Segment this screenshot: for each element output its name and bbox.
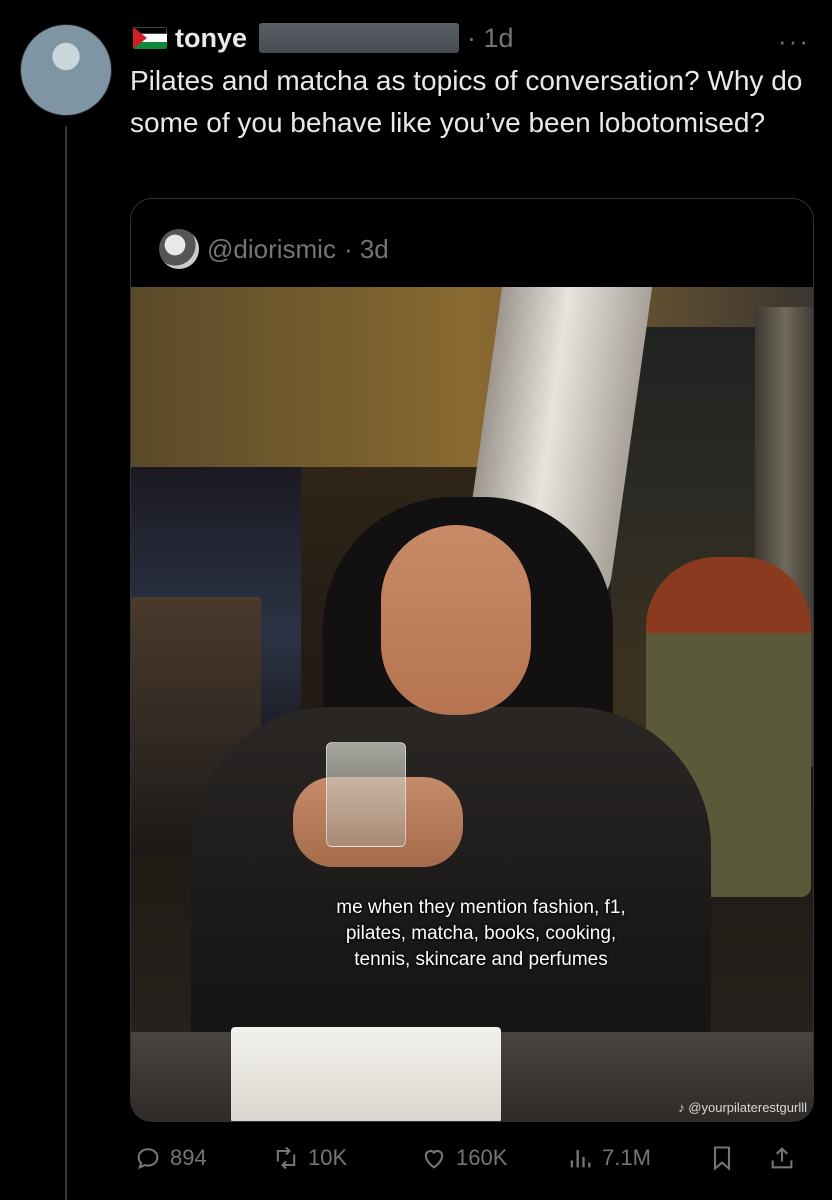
repost-count: 10K — [308, 1145, 348, 1170]
quote-header: @diorismic · 3d — [159, 229, 389, 269]
bookmark-button[interactable] — [708, 1144, 736, 1172]
repost-button[interactable]: 10K — [272, 1144, 347, 1172]
tweet-header: tonye · 1d — [133, 20, 514, 56]
photo-napkin — [231, 1027, 501, 1121]
palestine-flag-icon — [133, 27, 167, 49]
author-name[interactable]: tonye — [175, 23, 247, 54]
quote-photo[interactable]: me when they mention fashion, f1, pilate… — [131, 287, 813, 1121]
bookmark-icon — [713, 1146, 731, 1171]
views-count: 7.1M — [602, 1145, 651, 1170]
action-bar: 894 10K 160K 7.1M — [130, 1138, 814, 1178]
views-button[interactable]: 7.1M — [566, 1144, 651, 1172]
photo-glass — [326, 742, 406, 847]
quote-handle[interactable]: @diorismic — [207, 234, 336, 265]
reply-icon — [137, 1148, 159, 1170]
photo-woman-face — [381, 525, 531, 715]
photo-watermark: ♪ @yourpilaterestgurlll — [678, 1100, 807, 1115]
quote-time[interactable]: · 3d — [344, 234, 389, 265]
tweet-text: Pilates and matcha as topics of conversa… — [130, 65, 803, 138]
repost-icon — [276, 1146, 296, 1170]
like-icon — [424, 1150, 444, 1169]
author-avatar[interactable] — [20, 24, 112, 116]
photo-jacket — [191, 707, 711, 1067]
thread-line — [65, 126, 67, 1200]
more-icon[interactable]: ··· — [778, 26, 810, 57]
tweet-time[interactable]: · 1d — [467, 23, 514, 54]
author-handle-redacted — [259, 23, 460, 53]
like-count: 160K — [456, 1145, 508, 1170]
reply-count: 894 — [170, 1145, 207, 1170]
quote-avatar[interactable] — [159, 229, 199, 269]
views-icon — [570, 1149, 591, 1168]
photo-caption: me when they mention fashion, f1, pilate… — [336, 897, 626, 970]
share-button[interactable] — [768, 1144, 796, 1172]
like-button[interactable]: 160K — [420, 1144, 507, 1172]
reply-button[interactable]: 894 — [134, 1144, 207, 1172]
quoted-tweet[interactable]: @diorismic · 3d me when they mention fas… — [130, 198, 814, 1122]
share-icon — [771, 1147, 793, 1169]
